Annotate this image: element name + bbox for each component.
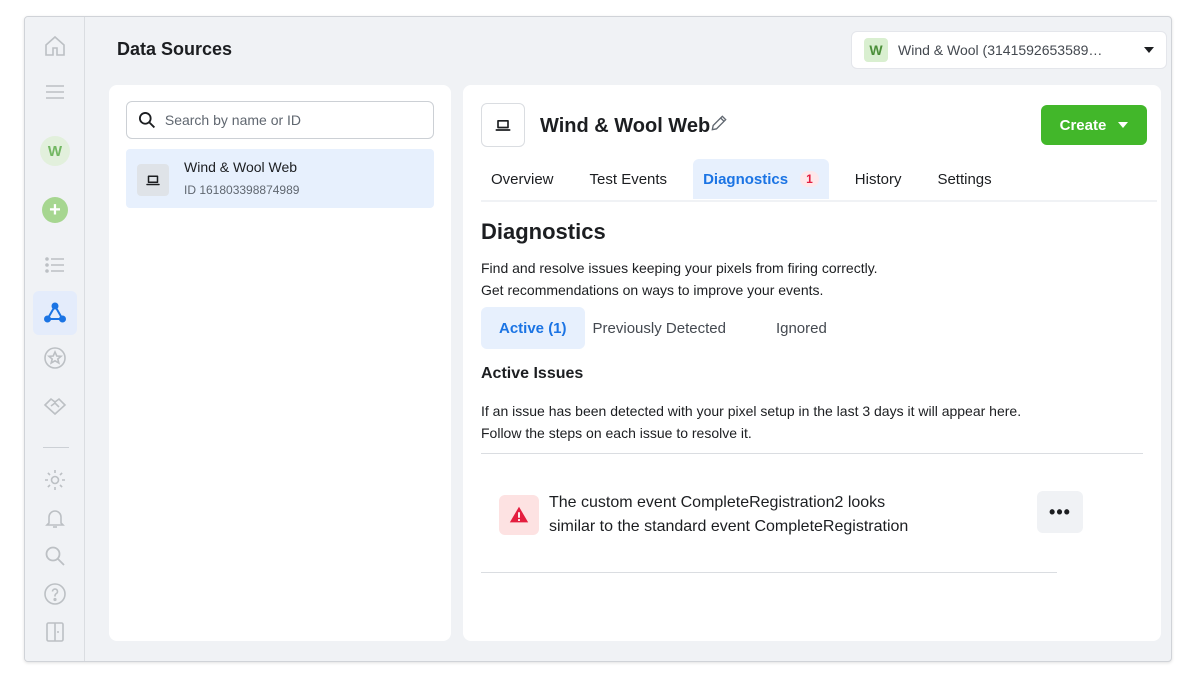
home-icon[interactable]	[42, 33, 68, 59]
tab-divider	[481, 200, 1157, 202]
tab-label: Settings	[937, 170, 992, 188]
star-icon[interactable]	[42, 345, 68, 371]
issue-filter-tabs: Active (1) Previously Detected Ignored	[481, 307, 859, 349]
description-line: Follow the steps on each issue to resolv…	[481, 425, 752, 441]
description-line: If an issue has been detected with your …	[481, 403, 1022, 419]
issue-line: The custom event CompleteRegistration2 l…	[549, 494, 886, 511]
rail-divider	[43, 447, 69, 448]
description-line: Get recommendations on ways to improve y…	[481, 282, 824, 298]
issue-item[interactable]: The custom event CompleteRegistration2 l…	[497, 487, 1083, 547]
tab-settings[interactable]: Settings	[927, 159, 1001, 199]
count-badge: 1	[800, 171, 819, 187]
section-description: Find and resolve issues keeping your pix…	[481, 257, 878, 301]
subtab-active[interactable]: Active (1)	[481, 307, 585, 349]
more-options-button[interactable]: •••	[1037, 491, 1083, 533]
description-line: Find and resolve issues keeping your pix…	[481, 260, 878, 276]
create-label: Create	[1059, 116, 1107, 134]
add-icon[interactable]: +	[42, 197, 68, 223]
search-input[interactable]	[164, 112, 423, 128]
tab-history[interactable]: History	[845, 159, 912, 199]
add-symbol: +	[42, 197, 68, 223]
tab-test-events[interactable]: Test Events	[580, 159, 678, 199]
list-icon[interactable]	[42, 252, 68, 278]
search-icon[interactable]	[42, 543, 68, 569]
tab-diagnostics[interactable]: Diagnostics 1	[693, 159, 829, 199]
search-icon	[138, 112, 156, 129]
data-source-list-panel: Wind & Wool Web ID 161803398874989	[109, 85, 451, 641]
issues-description: If an issue has been detected with your …	[481, 400, 1021, 444]
account-badge: W	[864, 38, 888, 62]
source-id: ID 161803398874989	[184, 183, 300, 197]
bell-icon[interactable]	[42, 505, 68, 531]
account-selector[interactable]: W Wind & Wool (3141592653589…	[851, 31, 1167, 69]
create-button[interactable]: Create	[1041, 105, 1147, 145]
divider	[481, 453, 1143, 454]
handshake-icon[interactable]	[42, 393, 68, 419]
pencil-icon[interactable]	[709, 113, 731, 135]
detail-panel: Wind & Wool Web Create Overview Test Eve…	[463, 85, 1161, 641]
section-title: Diagnostics	[481, 219, 606, 244]
warning-icon	[499, 495, 539, 535]
app-window: W + Data Sources W Wind & Wool (31415926…	[24, 16, 1172, 662]
nav-rail: W +	[25, 17, 85, 661]
chevron-down-icon	[1144, 47, 1154, 53]
tab-bar: Overview Test Events Diagnostics 1 Histor…	[481, 157, 1018, 201]
laptop-icon	[137, 164, 169, 196]
settings-icon[interactable]	[42, 467, 68, 493]
account-avatar[interactable]: W	[39, 135, 71, 167]
issue-text: The custom event CompleteRegistration2 l…	[549, 491, 989, 539]
subtab-ignored[interactable]: Ignored	[758, 307, 845, 349]
account-name: Wind & Wool (3141592653589…	[898, 42, 1103, 58]
avatar-letter: W	[40, 136, 70, 166]
help-icon[interactable]	[42, 581, 68, 607]
list-item[interactable]: Wind & Wool Web ID 161803398874989	[126, 149, 434, 208]
tab-label: Test Events	[589, 170, 668, 188]
subtab-previously-detected[interactable]: Previously Detected	[593, 307, 744, 349]
chevron-down-icon	[1118, 122, 1129, 128]
issues-heading: Active Issues	[481, 365, 584, 382]
tab-label: Diagnostics	[703, 170, 789, 188]
issue-line: similar to the standard event CompleteRe…	[549, 518, 909, 535]
search-box[interactable]	[126, 101, 434, 139]
laptop-icon	[481, 103, 525, 147]
page-title: Data Sources	[117, 39, 233, 59]
tab-overview[interactable]: Overview	[481, 159, 564, 199]
data-sources-icon[interactable]	[33, 291, 77, 335]
tab-label: Overview	[491, 170, 554, 188]
divider	[481, 572, 1057, 573]
asset-title: Wind & Wool Web	[540, 115, 711, 137]
source-name: Wind & Wool Web	[184, 159, 298, 175]
panel-icon[interactable]	[42, 619, 68, 645]
tab-label: History	[854, 170, 902, 188]
menu-icon[interactable]	[42, 79, 68, 105]
